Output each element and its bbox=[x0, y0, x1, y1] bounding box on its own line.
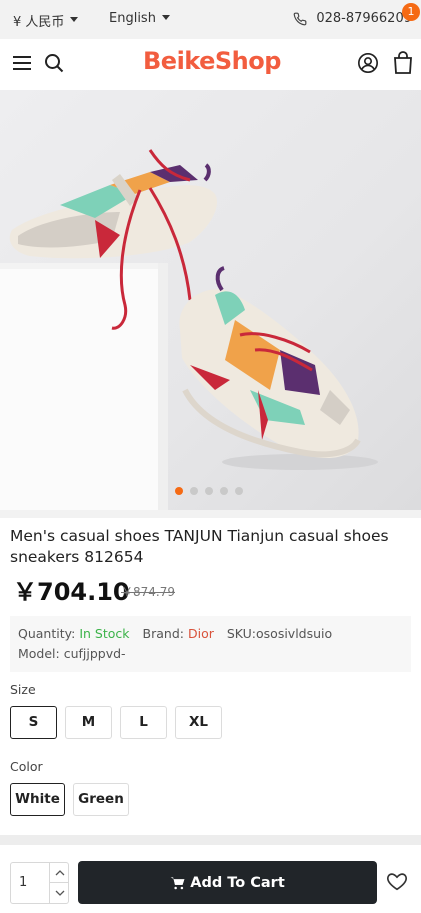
gallery-dot[interactable] bbox=[175, 487, 183, 495]
quantity-increment-button[interactable] bbox=[49, 863, 69, 883]
chevron-down-icon bbox=[161, 14, 170, 20]
gallery-dot[interactable] bbox=[205, 487, 213, 495]
language-label: English bbox=[109, 11, 156, 26]
heart-icon[interactable] bbox=[386, 870, 408, 892]
stock-status: In Stock bbox=[79, 626, 130, 641]
quantity-label: Quantity: bbox=[18, 626, 76, 641]
search-icon[interactable] bbox=[43, 52, 65, 74]
color-option-green[interactable]: Green bbox=[73, 783, 129, 816]
color-option-white[interactable]: White bbox=[10, 783, 65, 816]
product-old-price: ￥874.79 bbox=[121, 585, 175, 599]
quantity-input[interactable]: 1 bbox=[19, 875, 27, 890]
model-value: Model: cufjjppvd- bbox=[18, 646, 126, 661]
quantity-stepper[interactable]: 1 bbox=[10, 862, 69, 904]
language-dropdown[interactable]: English bbox=[109, 11, 170, 26]
account-icon[interactable] bbox=[357, 52, 379, 74]
size-option-s[interactable]: S bbox=[10, 706, 57, 739]
color-label: Color bbox=[10, 759, 43, 774]
site-header: BeikeShop bbox=[0, 39, 421, 90]
gallery-dot[interactable] bbox=[220, 487, 228, 495]
sneaker-photo bbox=[0, 149, 378, 510]
phone-number: 028-87966209 bbox=[316, 11, 412, 26]
chevron-up-icon bbox=[55, 870, 65, 876]
currency-label: ¥ 人民币 bbox=[13, 15, 65, 30]
size-label: Size bbox=[10, 682, 36, 697]
sku-value: SKU:ososivldsuio bbox=[226, 626, 333, 641]
menu-icon[interactable] bbox=[12, 53, 32, 73]
add-to-cart-label: Add To Cart bbox=[190, 874, 285, 891]
phone-icon bbox=[293, 12, 307, 25]
gallery-dot[interactable] bbox=[190, 487, 198, 495]
cart-action-bar: 1 Add To Cart bbox=[0, 850, 421, 913]
product-image[interactable] bbox=[0, 90, 421, 510]
top-bar: ¥ 人民币 English 028-87966209 bbox=[0, 0, 421, 39]
section-divider bbox=[0, 510, 421, 518]
brand-value[interactable]: Dior bbox=[188, 626, 214, 641]
logo[interactable]: BeikeShop bbox=[143, 47, 281, 75]
cart-count-badge: 1 bbox=[402, 3, 420, 21]
chevron-down-icon bbox=[55, 890, 65, 896]
gallery-pagination bbox=[175, 487, 243, 495]
currency-dropdown[interactable]: ¥ 人民币 bbox=[13, 11, 79, 30]
chevron-down-icon bbox=[70, 16, 79, 22]
product-price: ￥704.10 bbox=[13, 578, 130, 606]
phone-contact[interactable]: 028-87966209 bbox=[293, 11, 412, 26]
size-option-l[interactable]: L bbox=[120, 706, 167, 739]
size-option-xl[interactable]: XL bbox=[175, 706, 222, 739]
cart-icon bbox=[170, 876, 185, 889]
gallery-dot[interactable] bbox=[235, 487, 243, 495]
size-option-m[interactable]: M bbox=[65, 706, 112, 739]
product-title: Men's casual shoes TANJUN Tianjun casual… bbox=[10, 527, 389, 566]
shopping-bag-icon[interactable] bbox=[392, 51, 414, 75]
product-attributes: Quantity: In Stock Brand: Dior SKU:ososi… bbox=[10, 616, 411, 672]
add-to-cart-button[interactable]: Add To Cart bbox=[78, 861, 377, 904]
quantity-decrement-button[interactable] bbox=[49, 883, 69, 903]
section-divider bbox=[0, 835, 421, 845]
brand-label: Brand: bbox=[142, 626, 184, 641]
